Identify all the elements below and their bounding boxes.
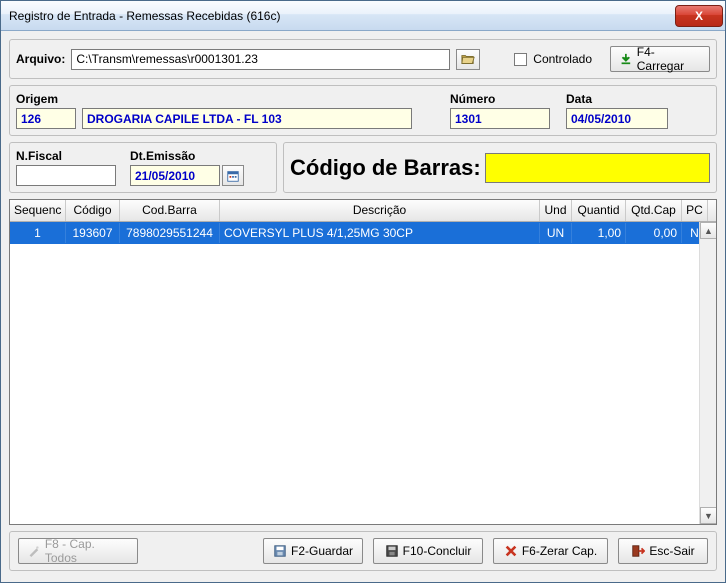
nfiscal-input[interactable] (16, 165, 116, 186)
nfiscal-label: N.Fiscal (16, 149, 116, 163)
sair-button[interactable]: Esc-Sair (618, 538, 708, 564)
th-sequenc[interactable]: Sequenc (10, 200, 66, 221)
carregar-label: F4-Carregar (637, 45, 701, 73)
cell-cap: 0,00 (626, 223, 682, 243)
folder-open-icon (461, 52, 475, 66)
vertical-scrollbar[interactable]: ▲ ▼ (699, 222, 716, 524)
controlado-checkbox[interactable] (514, 53, 527, 66)
table-body[interactable]: 1 193607 7898029551244 COVERSYL PLUS 4/1… (10, 222, 716, 524)
concluir-label: F10-Concluir (403, 544, 472, 558)
zerar-button[interactable]: F6-Zerar Cap. (493, 538, 608, 564)
header-groupbox: Origem 126 DROGARIA CAPILE LTDA - FL 103… (9, 85, 717, 136)
x-red-icon (504, 544, 518, 558)
content-area: Arquivo: Controlado F4-Carregar Origem (1, 31, 725, 579)
th-und[interactable]: Und (540, 200, 572, 221)
th-codigo[interactable]: Código (66, 200, 120, 221)
floppy-icon (385, 544, 399, 558)
calendar-icon (226, 169, 240, 183)
cell-und: UN (540, 223, 572, 243)
controlado-label: Controlado (533, 52, 592, 66)
data-field: 04/05/2010 (566, 108, 668, 129)
cap-todos-label: F8 - Cap. Todos (45, 537, 129, 565)
barcode-input[interactable] (485, 153, 710, 183)
th-quantid[interactable]: Quantid (572, 200, 626, 221)
guardar-label: F2-Guardar (291, 544, 353, 558)
open-file-button[interactable] (456, 49, 480, 70)
close-button[interactable]: X (675, 5, 723, 27)
table-row[interactable]: 1 193607 7898029551244 COVERSYL PLUS 4/1… (10, 222, 716, 244)
exit-icon (631, 544, 645, 558)
scroll-down-button[interactable]: ▼ (700, 507, 716, 524)
table-header: Sequenc Código Cod.Barra Descrição Und Q… (10, 200, 716, 222)
numero-label: Número (450, 92, 550, 106)
carregar-button[interactable]: F4-Carregar (610, 46, 710, 72)
scroll-up-button[interactable]: ▲ (700, 222, 716, 239)
th-descricao[interactable]: Descrição (220, 200, 540, 221)
barcode-groupbox: Código de Barras: (283, 142, 717, 193)
save-icon (273, 544, 287, 558)
th-codbarra[interactable]: Cod.Barra (120, 200, 220, 221)
nf-groupbox: N.Fiscal Dt.Emissão 21/05/2010 (9, 142, 277, 193)
file-input[interactable] (71, 49, 450, 70)
origem-code-field: 126 (16, 108, 76, 129)
numero-field: 1301 (450, 108, 550, 129)
close-icon: X (695, 9, 703, 23)
window-title: Registro de Entrada - Remessas Recebidas… (9, 9, 280, 23)
cell-cod: 193607 (66, 223, 120, 243)
sair-label: Esc-Sair (649, 544, 694, 558)
emissao-field: 21/05/2010 (130, 165, 220, 186)
barcode-label: Código de Barras: (290, 155, 485, 181)
file-groupbox: Arquivo: Controlado F4-Carregar (9, 39, 717, 79)
origem-label: Origem (16, 92, 412, 106)
cell-barra: 7898029551244 (120, 223, 220, 243)
emissao-label: Dt.Emissão (130, 149, 244, 163)
items-table: Sequenc Código Cod.Barra Descrição Und Q… (9, 199, 717, 525)
file-label: Arquivo: (16, 52, 65, 66)
guardar-button[interactable]: F2-Guardar (263, 538, 363, 564)
title-bar: Registro de Entrada - Remessas Recebidas… (1, 1, 725, 31)
cap-todos-button: F8 - Cap. Todos (18, 538, 138, 564)
emissao-date-button[interactable] (222, 165, 244, 186)
data-label: Data (566, 92, 668, 106)
cell-qtd: 1,00 (572, 223, 626, 243)
wand-icon (27, 544, 41, 558)
concluir-button[interactable]: F10-Concluir (373, 538, 483, 564)
cell-desc: COVERSYL PLUS 4/1,25MG 30CP (220, 223, 540, 243)
th-qtdcap[interactable]: Qtd.Cap (626, 200, 682, 221)
zerar-label: F6-Zerar Cap. (522, 544, 597, 558)
download-arrow-icon (619, 52, 633, 66)
bottom-bar: F8 - Cap. Todos F2-Guardar F10-Concluir … (9, 531, 717, 571)
th-pc[interactable]: PC (682, 200, 708, 221)
app-window: Registro de Entrada - Remessas Recebidas… (0, 0, 726, 583)
cell-seq: 1 (10, 223, 66, 243)
origem-name-field: DROGARIA CAPILE LTDA - FL 103 (82, 108, 412, 129)
